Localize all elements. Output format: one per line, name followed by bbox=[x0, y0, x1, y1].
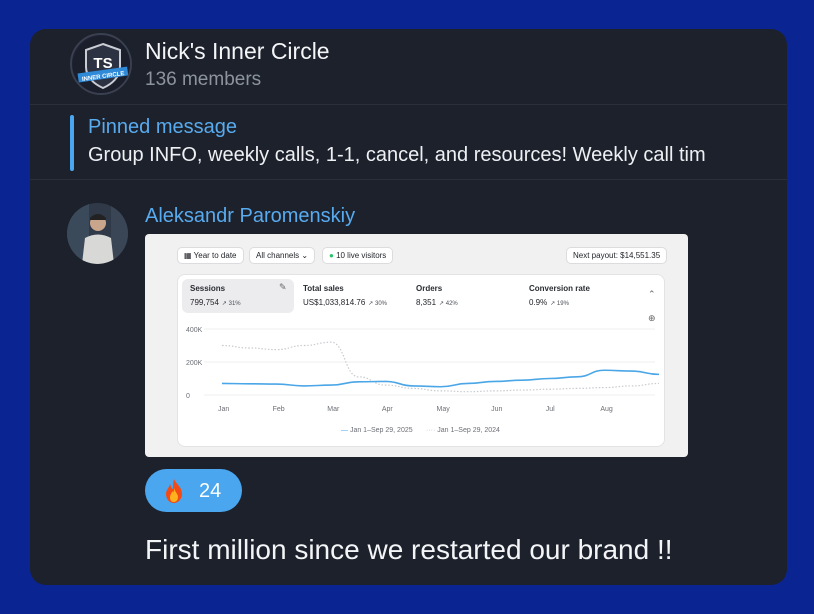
member-count: 136 members bbox=[145, 69, 262, 90]
sender-name[interactable]: Aleksandr Paromenskiy bbox=[145, 205, 355, 228]
y-tick-label: 0 bbox=[186, 393, 190, 400]
metrics-card: ✎ Sessions 799,754 ↗ 31% Total sales US$1… bbox=[177, 274, 665, 447]
channel-filter-pill: All channels ⌄ bbox=[249, 247, 316, 264]
x-tick-label: Mar bbox=[327, 406, 340, 413]
date-filter-pill: ▦ Year to date bbox=[177, 247, 244, 264]
chat-window: TS INNER CIRCLE Nick's Inner Circle 136 … bbox=[30, 29, 787, 585]
pinned-accent-bar bbox=[70, 115, 74, 171]
x-tick-label: Jul bbox=[546, 406, 555, 413]
live-dot-icon: ● bbox=[329, 251, 337, 260]
payout-pill: Next payout: $14,551.35 bbox=[566, 247, 668, 264]
legend-line-solid: — bbox=[341, 427, 350, 434]
inner-circle-logo: TS INNER CIRCLE bbox=[73, 36, 130, 93]
payout-label: Next payout: $14,551.35 bbox=[573, 251, 661, 260]
analytics-screenshot[interactable]: ▦ Year to date All channels ⌄ ● 10 live … bbox=[145, 234, 688, 457]
x-tick-label: May bbox=[437, 406, 451, 413]
x-tick-label: Jun bbox=[491, 406, 502, 413]
chevron-down-icon: ⌄ bbox=[299, 251, 309, 260]
y-tick-label: 200K bbox=[186, 360, 203, 367]
channel-filter-label: All channels bbox=[256, 251, 300, 260]
legend-line-dotted: ···· bbox=[426, 427, 438, 434]
reaction-button[interactable]: 24 bbox=[145, 469, 242, 512]
legend-label: Jan 1–Sep 29, 2025 bbox=[349, 427, 413, 434]
x-tick-label: Apr bbox=[382, 406, 394, 413]
live-visitors-label: 10 live visitors bbox=[336, 251, 387, 260]
group-avatar[interactable]: TS INNER CIRCLE bbox=[70, 33, 132, 95]
pinned-text: Group INFO, weekly calls, 1-1, cancel, a… bbox=[88, 144, 706, 166]
legend-item-current: — Jan 1–Sep 29, 2025 bbox=[341, 427, 413, 434]
series-line-current bbox=[221, 369, 660, 388]
group-title: Nick's Inner Circle bbox=[145, 38, 330, 64]
x-tick-label: Feb bbox=[273, 406, 285, 413]
date-filter-label: Year to date bbox=[193, 251, 237, 260]
live-visitors-pill: ● 10 live visitors bbox=[322, 247, 394, 264]
fire-icon bbox=[166, 479, 182, 503]
sessions-line-chart: 400K 200K 0 Jan Feb Mar Apr May Jun Jul Aug bbox=[186, 327, 660, 413]
sender-photo bbox=[67, 203, 128, 264]
legend-label: Jan 1–Sep 29, 2024 bbox=[437, 427, 500, 434]
pinned-title: Pinned message bbox=[88, 116, 237, 138]
reaction-count: 24 bbox=[199, 480, 222, 502]
chat-header[interactable]: TS INNER CIRCLE Nick's Inner Circle 136 … bbox=[30, 29, 787, 105]
x-tick-label: Jan bbox=[218, 406, 229, 413]
outer-frame: TS INNER CIRCLE Nick's Inner Circle 136 … bbox=[0, 0, 814, 614]
legend-item-previous: ···· Jan 1–Sep 29, 2024 bbox=[426, 427, 500, 434]
x-tick-label: Aug bbox=[600, 406, 613, 413]
sender-avatar[interactable] bbox=[67, 203, 128, 264]
pinned-message-bar[interactable]: Pinned message Group INFO, weekly calls,… bbox=[30, 106, 787, 180]
y-tick-label: 400K bbox=[186, 327, 203, 334]
message-text: First million since we restarted our bra… bbox=[145, 534, 673, 565]
calendar-icon: ▦ bbox=[184, 251, 194, 260]
